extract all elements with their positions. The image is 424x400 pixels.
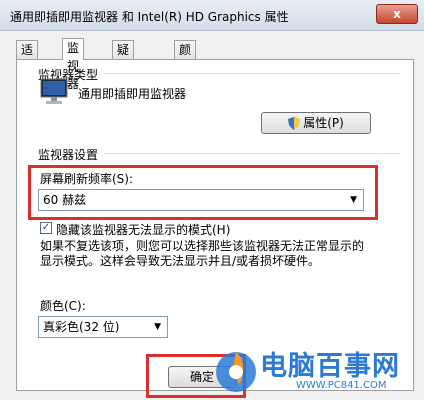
properties-button-label: 属性(P): [303, 116, 344, 130]
description-line-2: 显示模式。这样会导致无法显示并且/或者损坏硬件。: [40, 254, 321, 268]
color-value: 真彩色(32 位): [43, 320, 120, 334]
shield-icon: [288, 117, 301, 130]
close-button[interactable]: x: [376, 4, 418, 24]
title-bar: 通用即插即用监视器 和 Intel(R) HD Graphics 属性 x: [0, 0, 424, 31]
chevron-down-icon: ▼: [154, 322, 161, 332]
monitor-settings-heading: 监视器设置: [38, 148, 99, 162]
window-title: 通用即插即用监视器 和 Intel(R) HD Graphics 属性: [10, 10, 289, 24]
tab-color-management[interactable]: 颜色管理: [174, 40, 197, 111]
group-divider: [104, 73, 400, 74]
tab-monitor[interactable]: 监视器: [62, 38, 85, 91]
color-select[interactable]: 真彩色(32 位) ▼: [38, 316, 168, 338]
highlight-box: [28, 165, 378, 220]
watermark-brand: 电脑百事网: [260, 351, 400, 382]
monitor-icon: [40, 78, 68, 104]
tab-adapter[interactable]: 适配器: [16, 40, 39, 93]
monitor-name: 通用即插即用监视器: [78, 87, 187, 101]
color-label: 颜色(C):: [40, 299, 86, 313]
properties-button[interactable]: 属性(P): [261, 112, 371, 134]
hide-modes-checkbox[interactable]: ✓: [40, 222, 52, 234]
watermark-url: WWW.PC841.COM: [296, 380, 387, 391]
hide-modes-label[interactable]: 隐藏该监视器无法显示的模式(H): [56, 221, 230, 238]
watermark: 电脑百事网 WWW.PC841.COM: [210, 340, 424, 400]
watermark-logo-icon: [216, 352, 256, 392]
group-divider: [104, 153, 400, 154]
tab-troubleshoot[interactable]: 疑难解答: [112, 40, 135, 111]
